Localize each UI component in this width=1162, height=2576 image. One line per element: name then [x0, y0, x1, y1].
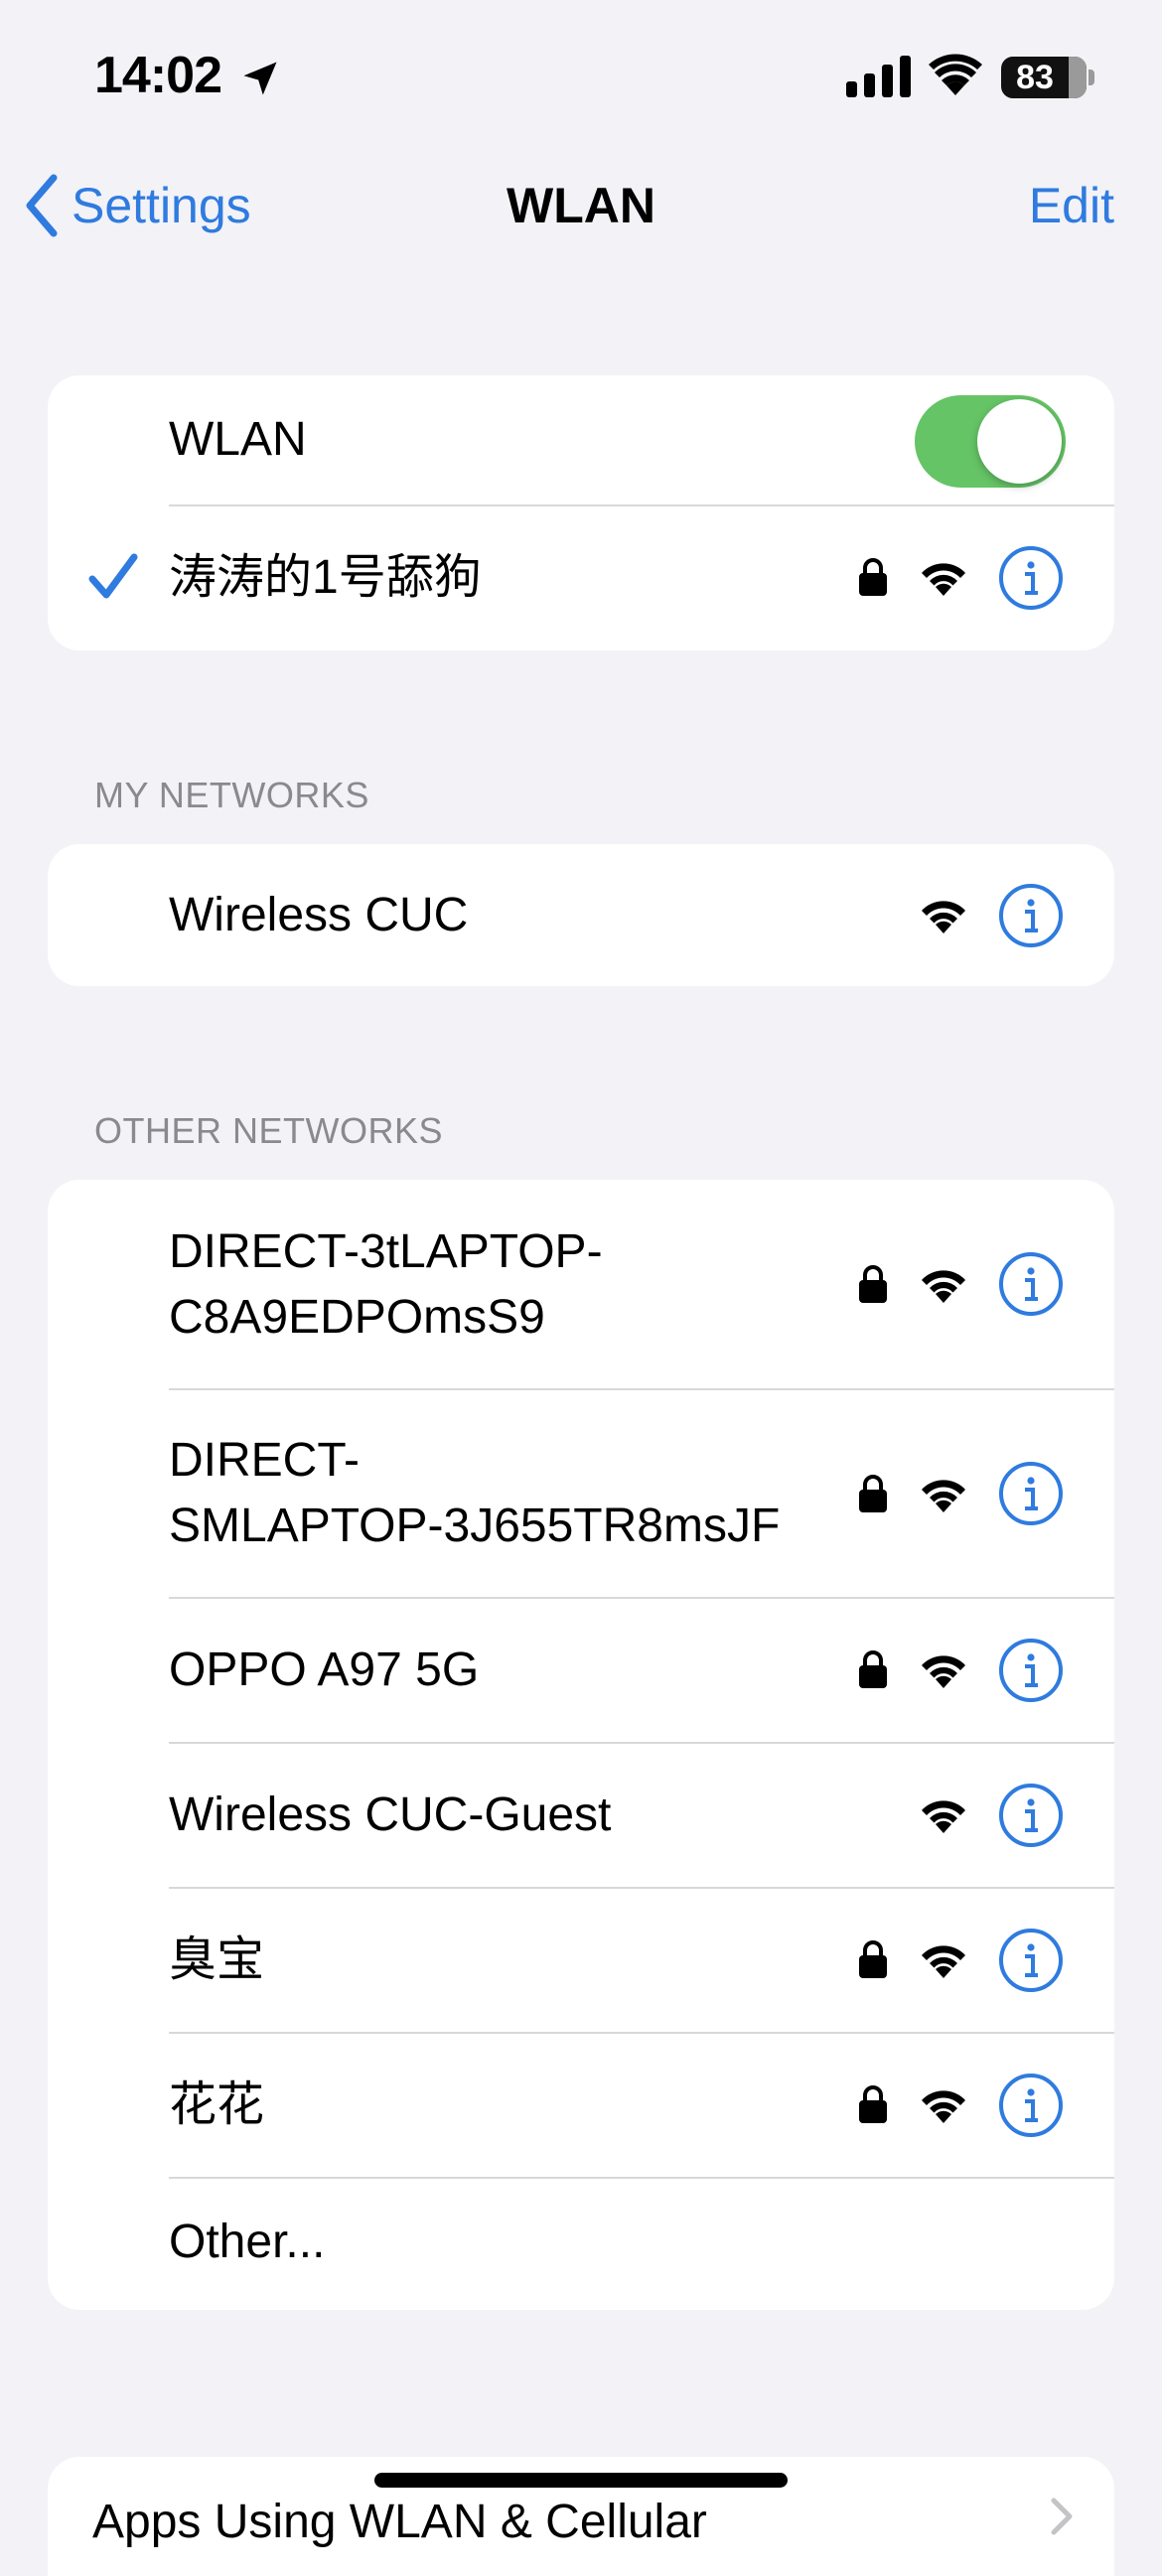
- info-icon[interactable]: [998, 545, 1064, 611]
- cellular-signal-icon: [846, 56, 911, 97]
- other-network-row[interactable]: Other...: [48, 2179, 1114, 2310]
- location-arrow-icon: [243, 62, 277, 95]
- edit-button[interactable]: Edit: [1029, 177, 1114, 234]
- status-time: 14:02: [94, 47, 222, 104]
- apps-using-wlan-label: Apps Using WLAN & Cellular: [92, 2496, 707, 2548]
- other-networks-header: OTHER NETWORKS: [94, 1110, 444, 1151]
- wifi-icon: [922, 563, 965, 596]
- wifi-icon: [922, 1270, 965, 1303]
- wifi-icon: [922, 1655, 965, 1688]
- wifi-icon: [922, 1800, 965, 1833]
- info-icon[interactable]: [998, 1461, 1064, 1526]
- wifi-icon: [922, 1945, 965, 1978]
- my-networks-header: MY NETWORKS: [94, 775, 369, 815]
- lock-icon: [859, 1650, 887, 1688]
- network-name: Wireless CUC: [169, 889, 469, 941]
- wifi-icon: [922, 2090, 965, 2123]
- wlan-toggle[interactable]: [915, 395, 1066, 488]
- page-title: WLAN: [507, 178, 655, 233]
- lock-icon: [859, 1475, 887, 1512]
- lock-icon: [859, 558, 887, 596]
- wlan-toggle-row: WLAN: [48, 375, 1114, 504]
- network-row[interactable]: Wireless CUC-Guest: [48, 1744, 1114, 1887]
- info-icon[interactable]: [998, 1928, 1064, 1993]
- connected-network-name: 涛涛的1号舔狗: [169, 551, 482, 604]
- network-row[interactable]: OPPO A97 5G: [48, 1599, 1114, 1742]
- info-icon[interactable]: [998, 1251, 1064, 1317]
- info-icon[interactable]: [998, 883, 1064, 948]
- info-icon[interactable]: [998, 1638, 1064, 1703]
- info-icon[interactable]: [998, 2073, 1064, 2138]
- network-name: 臭宝: [169, 1933, 265, 1986]
- chevron-right-icon: [1051, 2498, 1073, 2535]
- my-networks-group: Wireless CUC: [48, 844, 1114, 986]
- battery-level: 83: [1016, 59, 1054, 96]
- battery-icon: 83: [1001, 57, 1094, 98]
- lock-icon: [859, 1265, 887, 1303]
- wifi-icon: [929, 54, 982, 95]
- network-row[interactable]: DIRECT- SMLAPTOP-3J655TR8msJF: [48, 1390, 1114, 1597]
- lock-icon: [859, 1940, 887, 1978]
- other-networks-group: DIRECT-3tLAPTOP- C8A9EDPOmsS9 DIRECT- SM…: [48, 1180, 1114, 2310]
- network-name: Wireless CUC-Guest: [169, 1789, 612, 1841]
- network-name: OPPO A97 5G: [169, 1644, 480, 1696]
- network-row[interactable]: 臭宝: [48, 1889, 1114, 2032]
- wifi-icon: [922, 901, 965, 933]
- wlan-group: WLAN 涛涛的1号舔狗: [48, 375, 1114, 650]
- wlan-label: WLAN: [169, 413, 307, 466]
- network-row[interactable]: 花花: [48, 2034, 1114, 2177]
- info-icon[interactable]: [998, 1783, 1064, 1848]
- checkmark-icon: [88, 553, 138, 599]
- connected-network-row[interactable]: 涛涛的1号舔狗: [48, 506, 1114, 650]
- other-network-label: Other...: [169, 2216, 326, 2268]
- network-name: DIRECT- SMLAPTOP-3J655TR8msJF: [169, 1434, 781, 1552]
- wifi-icon: [922, 1480, 965, 1512]
- network-name: 花花: [169, 2078, 265, 2131]
- network-name: DIRECT-3tLAPTOP- C8A9EDPOmsS9: [169, 1225, 603, 1344]
- home-indicator[interactable]: [374, 2473, 788, 2488]
- network-row[interactable]: Wireless CUC: [48, 844, 1114, 986]
- network-row[interactable]: DIRECT-3tLAPTOP- C8A9EDPOmsS9: [48, 1180, 1114, 1388]
- lock-icon: [859, 2085, 887, 2123]
